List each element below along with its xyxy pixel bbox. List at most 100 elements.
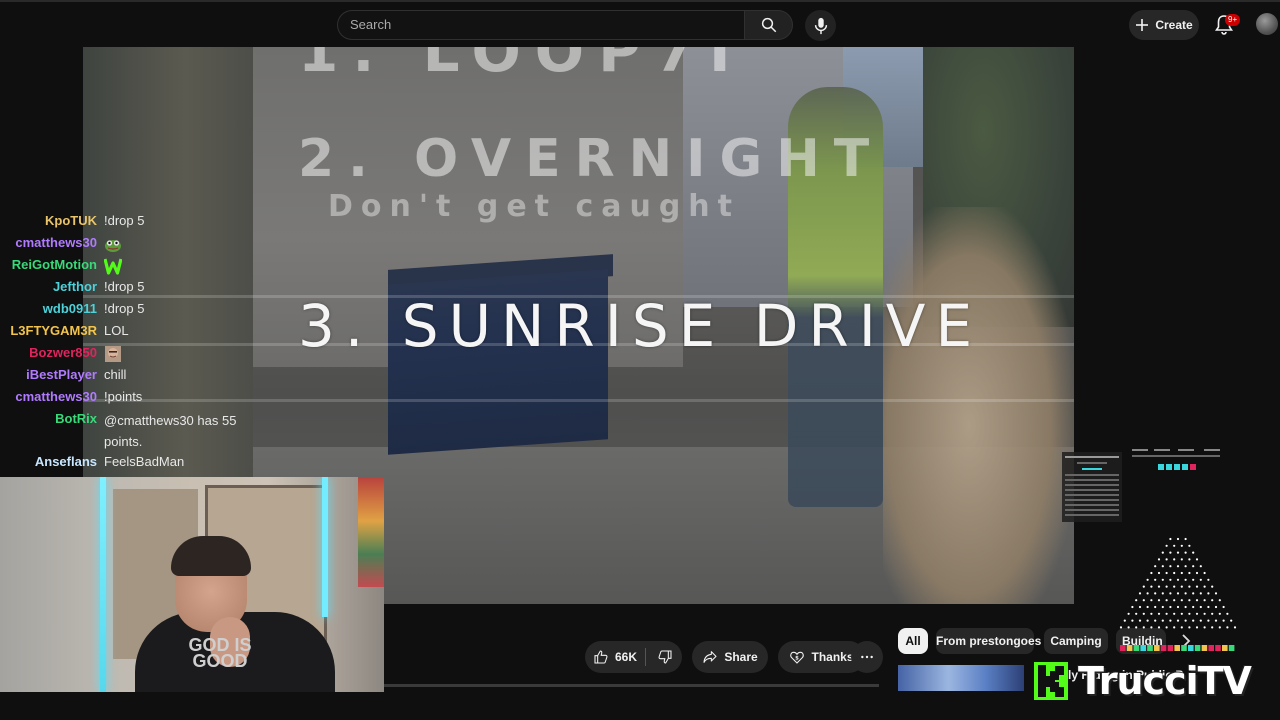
- search-input[interactable]: Search: [337, 10, 744, 40]
- plinko-board-overlay: [1119, 537, 1237, 651]
- plinko-peg: [1211, 599, 1214, 602]
- plinko-peg: [1142, 612, 1145, 615]
- like-dislike-group: 66K: [585, 641, 682, 673]
- webcam-poster: [358, 477, 384, 587]
- create-label: Create: [1155, 18, 1193, 32]
- plinko-peg: [1150, 585, 1153, 588]
- plinko-peg: [1214, 605, 1218, 609]
- chat-text: chill: [104, 367, 127, 382]
- plinko-peg: [1203, 612, 1206, 615]
- plinko-peg: [1165, 599, 1168, 602]
- stats-line: [1132, 455, 1220, 457]
- share-label: Share: [724, 650, 758, 664]
- chip-camping[interactable]: Camping: [1044, 628, 1108, 654]
- stats-box: [1182, 464, 1188, 470]
- plinko-peg: [1214, 592, 1218, 595]
- plinko-peg: [1192, 605, 1195, 609]
- plinko-peg: [1214, 619, 1218, 622]
- scrubber-track[interactable]: [384, 684, 879, 687]
- plinko-peg: [1165, 626, 1168, 629]
- plinko-peg: [1180, 558, 1183, 561]
- plinko-peg: [1184, 605, 1187, 609]
- plinko-bucket: [1140, 645, 1146, 651]
- plinko-bucket: [1174, 645, 1180, 651]
- plinko-peg: [1161, 565, 1164, 568]
- plinko-peg: [1195, 558, 1199, 561]
- plinko-bucket: [1215, 645, 1221, 651]
- plinko-peg: [1169, 551, 1172, 554]
- plinko-bucket: [1181, 645, 1187, 651]
- chip-from-channel[interactable]: From prestongoes: [936, 628, 1041, 654]
- plinko-peg: [1173, 612, 1176, 615]
- plinko-peg: [1157, 612, 1161, 615]
- plinko-peg: [1226, 626, 1229, 629]
- dislike-button[interactable]: [647, 641, 682, 673]
- thumbs-down-icon: [658, 650, 672, 664]
- video-title-overlay: 3. SUNRISE DRIVE: [298, 292, 983, 360]
- plinko-peg: [1184, 578, 1187, 581]
- plinko-peg: [1157, 599, 1161, 602]
- leaderboard-line: [1077, 462, 1107, 464]
- search-button[interactable]: [744, 10, 793, 40]
- stats-line: [1204, 449, 1220, 451]
- more-actions-button[interactable]: [851, 641, 883, 673]
- plinko-peg: [1157, 571, 1161, 575]
- plinko-peg: [1188, 599, 1191, 602]
- account-avatar[interactable]: [1256, 13, 1278, 35]
- plinko-peg: [1195, 585, 1199, 588]
- voice-search-button[interactable]: [805, 10, 836, 41]
- plinko-peg: [1184, 565, 1187, 568]
- plinko-peg: [1173, 558, 1176, 561]
- plinko-peg: [1146, 592, 1149, 595]
- video-scene-hand: [883, 207, 1074, 604]
- chat-username: Jefthor: [52, 279, 97, 294]
- plinko-peg: [1218, 626, 1221, 629]
- chat-username: KpoTUK: [45, 213, 97, 228]
- create-button[interactable]: Create: [1129, 10, 1199, 40]
- plinko-peg: [1138, 605, 1142, 609]
- chat-text: [104, 256, 250, 275]
- plinko-bucket: [1154, 645, 1160, 651]
- plinko-peg: [1150, 599, 1153, 602]
- search-icon: [761, 17, 776, 33]
- plinko-peg: [1203, 626, 1206, 629]
- plinko-peg: [1199, 619, 1202, 622]
- plinko-peg: [1230, 619, 1233, 622]
- microphone-icon: [814, 17, 827, 34]
- plinko-peg: [1192, 565, 1195, 568]
- plinko-peg: [1131, 605, 1134, 609]
- leaderboard-line: [1065, 504, 1119, 506]
- video-note-line-2b: Don't get caught: [328, 189, 741, 224]
- stats-box: [1166, 464, 1172, 470]
- webcam-led-strip: [100, 477, 106, 692]
- plinko-peg: [1184, 592, 1187, 595]
- plinko-peg: [1127, 612, 1130, 615]
- chat-username: cmatthews30: [15, 235, 97, 250]
- chat-text: @cmatthews30 has 55 points.: [104, 413, 237, 449]
- plinko-peg: [1188, 544, 1191, 547]
- like-button[interactable]: 66K: [585, 641, 645, 673]
- like-divider: [645, 648, 646, 666]
- plinko-peg: [1173, 626, 1176, 629]
- plinko-bucket: [1167, 645, 1174, 651]
- leaderboard-line: [1065, 494, 1119, 496]
- plinko-peg: [1165, 558, 1168, 561]
- plinko-peg: [1154, 605, 1157, 609]
- plinko-peg: [1138, 592, 1142, 595]
- plinko-peg: [1161, 619, 1164, 622]
- chat-text: !drop 5: [104, 279, 145, 294]
- plinko-peg: [1211, 585, 1214, 588]
- chat-text: LOL: [104, 323, 129, 338]
- plinko-peg: [1176, 578, 1180, 581]
- channel-watermark: TrucciTV: [1034, 660, 1252, 702]
- streamer-webcam: GOD IS GOOD: [0, 477, 384, 692]
- recommendation-thumbnail[interactable]: [898, 665, 1024, 691]
- stats-line: [1132, 449, 1148, 451]
- plinko-peg: [1135, 599, 1138, 602]
- plinko-bucket: [1201, 645, 1208, 651]
- share-button[interactable]: Share: [692, 641, 768, 673]
- plinko-peg: [1226, 612, 1229, 615]
- plinko-peg: [1195, 626, 1199, 629]
- plinko-bucket: [1126, 645, 1133, 651]
- chip-all[interactable]: All: [898, 628, 928, 654]
